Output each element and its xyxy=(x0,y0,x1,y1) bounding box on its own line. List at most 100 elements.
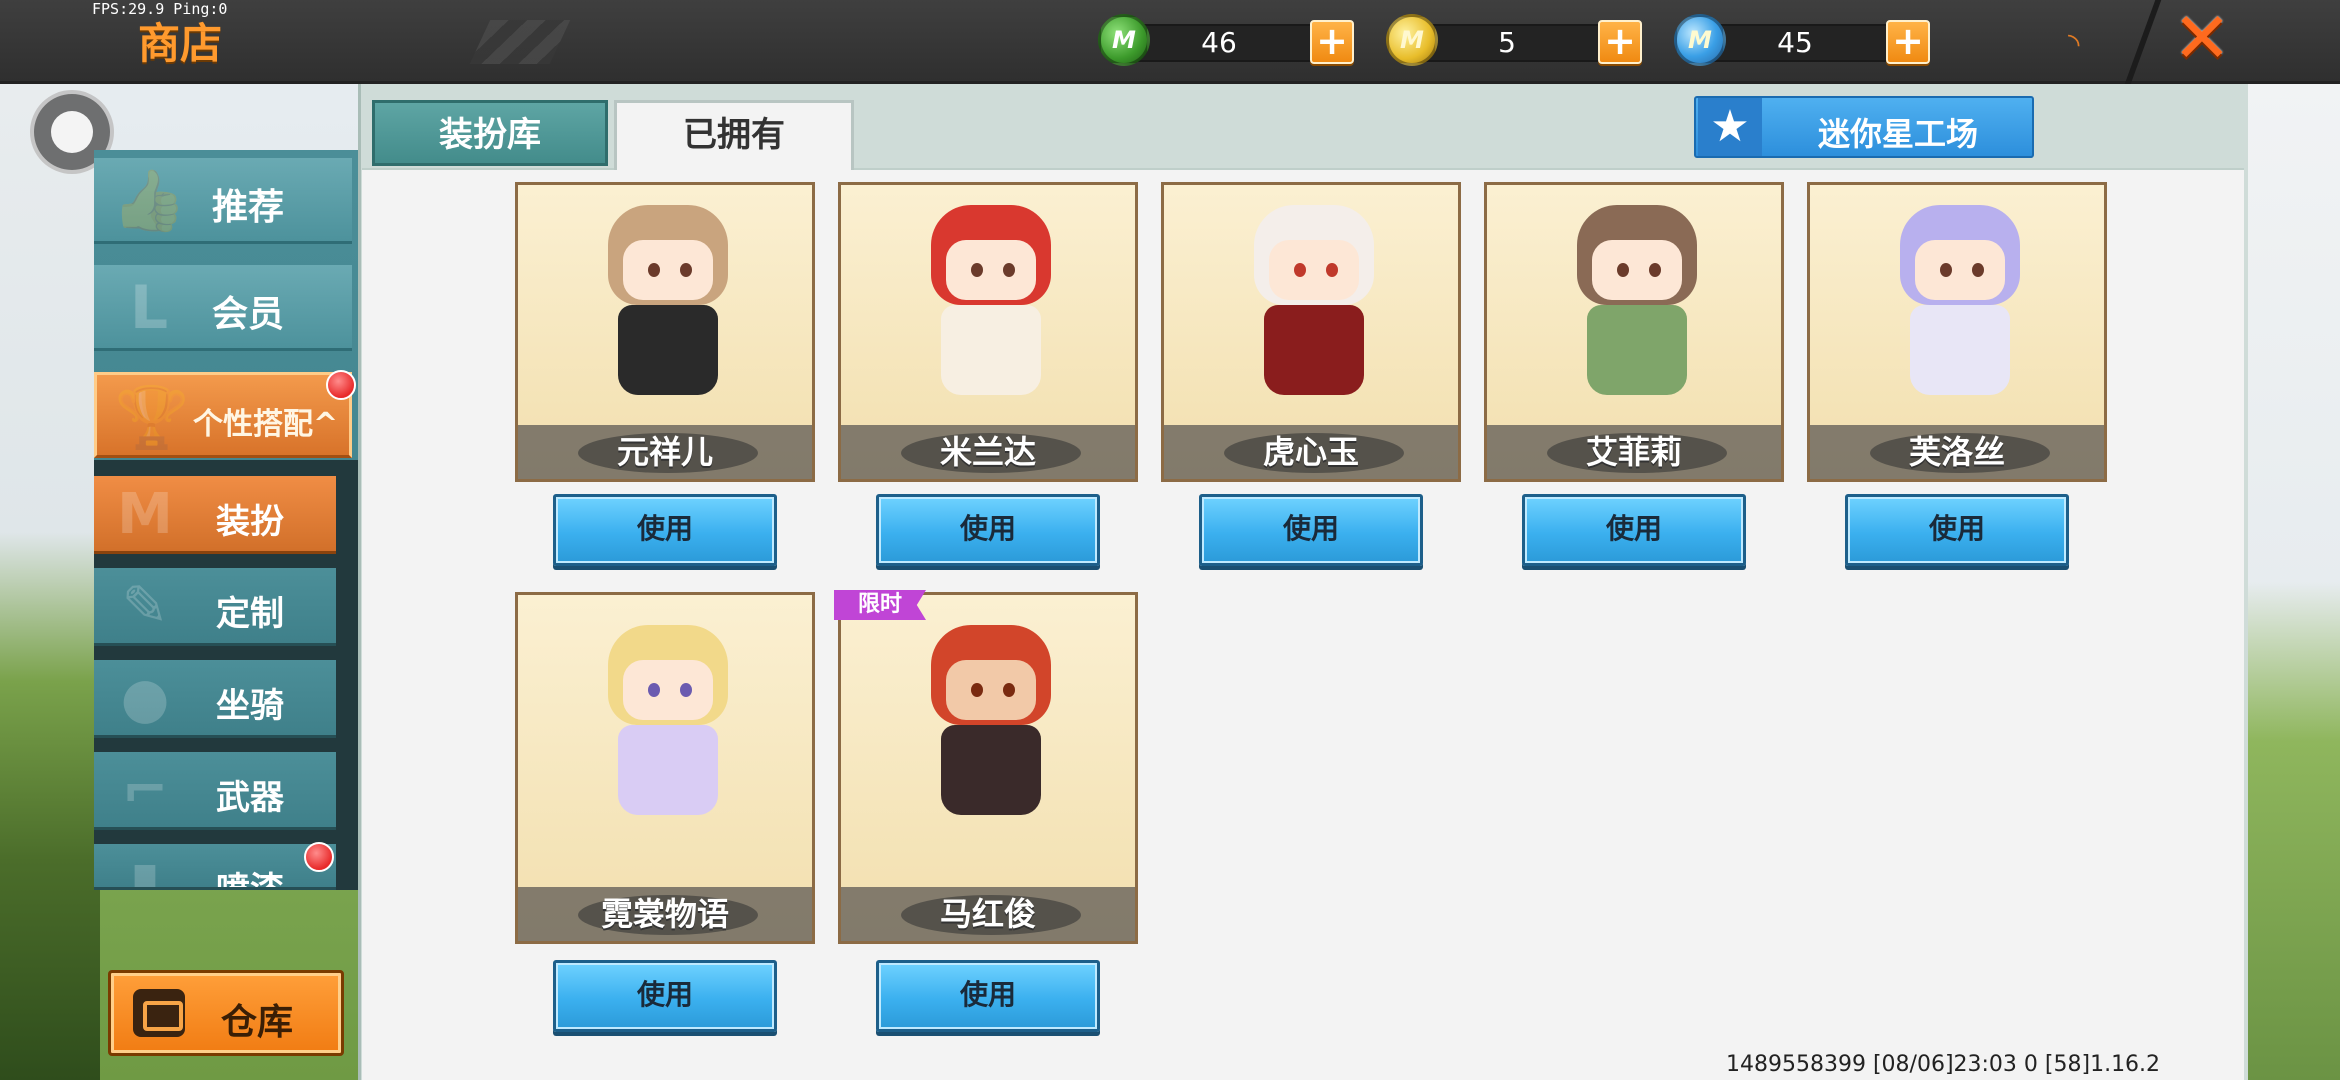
add-gold-coin-button[interactable]: + xyxy=(1598,20,1642,64)
use-button[interactable]: 使用 xyxy=(1845,494,2069,566)
chest-icon xyxy=(133,989,185,1037)
character-figure xyxy=(578,625,758,835)
top-bar: FPS:29.9 Ping:0 商店 46 M + 5 M + 45 M + ◝… xyxy=(0,0,2340,84)
sidebar-item-label: 会员 xyxy=(212,294,285,335)
shirt-icon: M xyxy=(117,482,173,547)
use-button[interactable]: 使用 xyxy=(553,494,777,566)
currency-gold: 5 M + xyxy=(1386,14,1642,70)
tab-wardrobe[interactable]: 装扮库 xyxy=(372,100,608,166)
sidebar-item-recommend[interactable]: 👍 推荐 xyxy=(94,158,352,244)
character-outfit xyxy=(1264,305,1364,395)
use-button[interactable]: 使用 xyxy=(876,960,1100,1032)
trophy-icon: 🏆 xyxy=(114,383,190,453)
outfit-name: 霓裳物语 xyxy=(600,895,729,933)
warehouse-button[interactable]: 仓库 xyxy=(108,970,344,1056)
character-face xyxy=(623,240,713,300)
character-figure xyxy=(901,205,1081,415)
sidebar-item-label: 喷漆 xyxy=(216,870,284,890)
outfit-name: 元祥儿 xyxy=(616,433,713,471)
character-figure xyxy=(578,205,758,415)
character-face xyxy=(1592,240,1682,300)
character-outfit xyxy=(1587,305,1687,395)
sidebar-subitem-outfit[interactable]: M 装扮 xyxy=(94,476,336,554)
character-eye xyxy=(648,263,660,277)
circle-icon xyxy=(51,111,93,153)
character-outfit xyxy=(1910,305,2010,395)
use-button[interactable]: 使用 xyxy=(1522,494,1746,566)
currency-blue: 45 M + xyxy=(1674,14,1930,70)
sidebar-item-label: 定制 xyxy=(216,594,284,634)
outfit-name: 米兰达 xyxy=(939,433,1036,471)
character-eye xyxy=(1326,263,1338,277)
sidebar-item-label: 推荐 xyxy=(212,187,285,228)
character-eye xyxy=(1003,683,1015,697)
sidebar-item-personal-style[interactable]: 🏆 个性搭配^ xyxy=(94,372,352,458)
outfit-name: 艾菲莉 xyxy=(1585,433,1682,471)
sidebar-subitem-weapon[interactable]: ⌐ 武器 xyxy=(94,752,336,830)
character-face xyxy=(1915,240,2005,300)
character-eye xyxy=(971,683,983,697)
decorative-stripes xyxy=(469,20,571,64)
add-blue-bean-button[interactable]: + xyxy=(1886,20,1930,64)
character-eye xyxy=(680,263,692,277)
character-eye xyxy=(648,683,660,697)
paw-icon: ● xyxy=(120,666,170,731)
background-scenery-left xyxy=(0,84,100,1080)
notification-dot xyxy=(326,370,356,400)
signal-icon: ◝ xyxy=(2068,27,2080,62)
character-eye xyxy=(971,263,983,277)
outfit-card[interactable]: 艾菲莉 xyxy=(1484,182,1784,482)
use-button[interactable]: 使用 xyxy=(553,960,777,1032)
outfit-card[interactable]: 霓裳物语 xyxy=(515,592,815,944)
close-button[interactable]: ✕ xyxy=(2170,3,2234,73)
build-info: 1489558399 [08/06]23:03 0 [58]1.16.2 xyxy=(1726,1052,2161,1077)
character-face xyxy=(946,240,1036,300)
outfit-card[interactable]: 虎心玉 xyxy=(1161,182,1461,482)
limited-time-badge: 限时 xyxy=(834,590,926,620)
thumbs-up-icon: 👍 xyxy=(111,166,187,236)
outfit-card[interactable]: 芙洛丝 xyxy=(1807,182,2107,482)
sidebar-item-label: 个性搭配^ xyxy=(193,407,339,442)
sidebar-subitem-custom[interactable]: ✎ 定制 xyxy=(94,568,336,646)
add-green-coin-button[interactable]: + xyxy=(1310,20,1354,64)
use-button[interactable]: 使用 xyxy=(876,494,1100,566)
sidebar-subitem-spray[interactable]: ▮ 喷漆 xyxy=(94,844,336,890)
character-eye xyxy=(1294,263,1306,277)
currency-value-green: 46 xyxy=(1201,26,1237,59)
page-title: 商店 xyxy=(138,19,223,68)
star-icon: ★ xyxy=(1698,98,1762,156)
currency-green: 46 M + xyxy=(1098,14,1354,70)
character-eye xyxy=(1003,263,1015,277)
outfit-name: 虎心玉 xyxy=(1262,433,1359,471)
character-eye xyxy=(1972,263,1984,277)
character-outfit xyxy=(941,725,1041,815)
outfit-card[interactable]: 米兰达 xyxy=(838,182,1138,482)
character-face xyxy=(1269,240,1359,300)
mini-star-workshop-button[interactable]: ★ 迷你星工场 xyxy=(1694,96,2034,158)
character-eye xyxy=(1617,263,1629,277)
character-figure xyxy=(901,625,1081,835)
tab-owned[interactable]: 已拥有 xyxy=(614,100,854,170)
outfit-card[interactable]: 马红俊 xyxy=(838,592,1138,944)
blue-mini-bean-icon: M xyxy=(1674,14,1726,66)
character-figure xyxy=(1547,205,1727,415)
sidebar-item-label: 武器 xyxy=(216,778,284,818)
character-face xyxy=(946,660,1036,720)
currency-value-gold: 5 xyxy=(1498,26,1516,59)
divider xyxy=(2124,0,2162,84)
gun-icon: ⌐ xyxy=(121,758,169,823)
warehouse-label: 仓库 xyxy=(221,1002,294,1043)
member-card-icon: L xyxy=(129,273,169,343)
currency-value-blue: 45 xyxy=(1777,26,1813,59)
use-button[interactable]: 使用 xyxy=(1199,494,1423,566)
notification-dot xyxy=(304,842,334,872)
sidebar-item-member[interactable]: L 会员 xyxy=(94,265,352,351)
green-mini-coin-icon: M xyxy=(1098,14,1150,66)
outfit-card[interactable]: 元祥儿 xyxy=(515,182,815,482)
character-figure xyxy=(1224,205,1404,415)
mini-star-workshop-label: 迷你星工场 xyxy=(1818,115,1979,153)
character-eye xyxy=(1940,263,1952,277)
pencil-icon: ✎ xyxy=(121,574,169,639)
sidebar-subitem-mount[interactable]: ● 坐骑 xyxy=(94,660,336,738)
gold-mini-coin-icon: M xyxy=(1386,14,1438,66)
